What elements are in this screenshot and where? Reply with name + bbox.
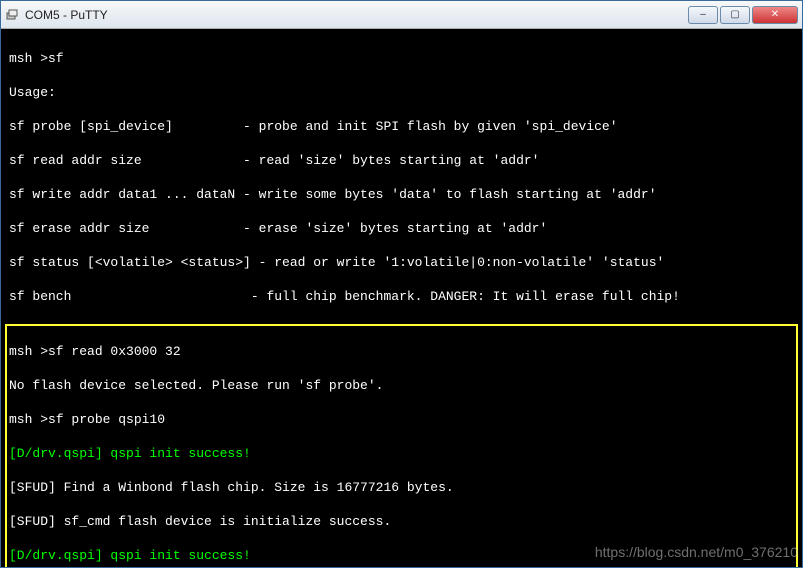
window-controls: – ▢ ✕ <box>686 6 798 24</box>
terminal-line: [SFUD] sf_cmd flash device is initialize… <box>9 513 794 530</box>
terminal-line: No flash device selected. Please run 'sf… <box>9 377 794 394</box>
minimize-button[interactable]: – <box>688 6 718 24</box>
terminal-line: sf write addr data1 ... dataN - write so… <box>9 186 794 203</box>
terminal-line: msh >sf read 0x3000 32 <box>9 343 794 360</box>
terminal-line: sf read addr size - read 'size' bytes st… <box>9 152 794 169</box>
highlighted-block: msh >sf read 0x3000 32 No flash device s… <box>5 324 798 567</box>
terminal-line: sf bench - full chip benchmark. DANGER: … <box>9 288 794 305</box>
terminal-line: msh >sf <box>9 50 794 67</box>
terminal[interactable]: msh >sf Usage: sf probe [spi_device] - p… <box>1 29 802 567</box>
terminal-line: [SFUD] Find a Winbond flash chip. Size i… <box>9 479 794 496</box>
terminal-line: sf erase addr size - erase 'size' bytes … <box>9 220 794 237</box>
terminal-line: sf probe [spi_device] - probe and init S… <box>9 118 794 135</box>
window-frame: COM5 - PuTTY – ▢ ✕ msh >sf Usage: sf pro… <box>0 0 803 568</box>
titlebar[interactable]: COM5 - PuTTY – ▢ ✕ <box>1 1 802 29</box>
terminal-line: [D/drv.qspi] qspi init success! <box>9 445 794 462</box>
terminal-line: msh >sf probe qspi10 <box>9 411 794 428</box>
terminal-line: [D/drv.qspi] qspi init success! <box>9 547 794 564</box>
terminal-line: Usage: <box>9 84 794 101</box>
close-button[interactable]: ✕ <box>752 6 798 24</box>
terminal-line: sf status [<volatile> <status>] - read o… <box>9 254 794 271</box>
maximize-button[interactable]: ▢ <box>720 6 750 24</box>
putty-icon <box>5 7 21 23</box>
window-title: COM5 - PuTTY <box>25 8 686 22</box>
